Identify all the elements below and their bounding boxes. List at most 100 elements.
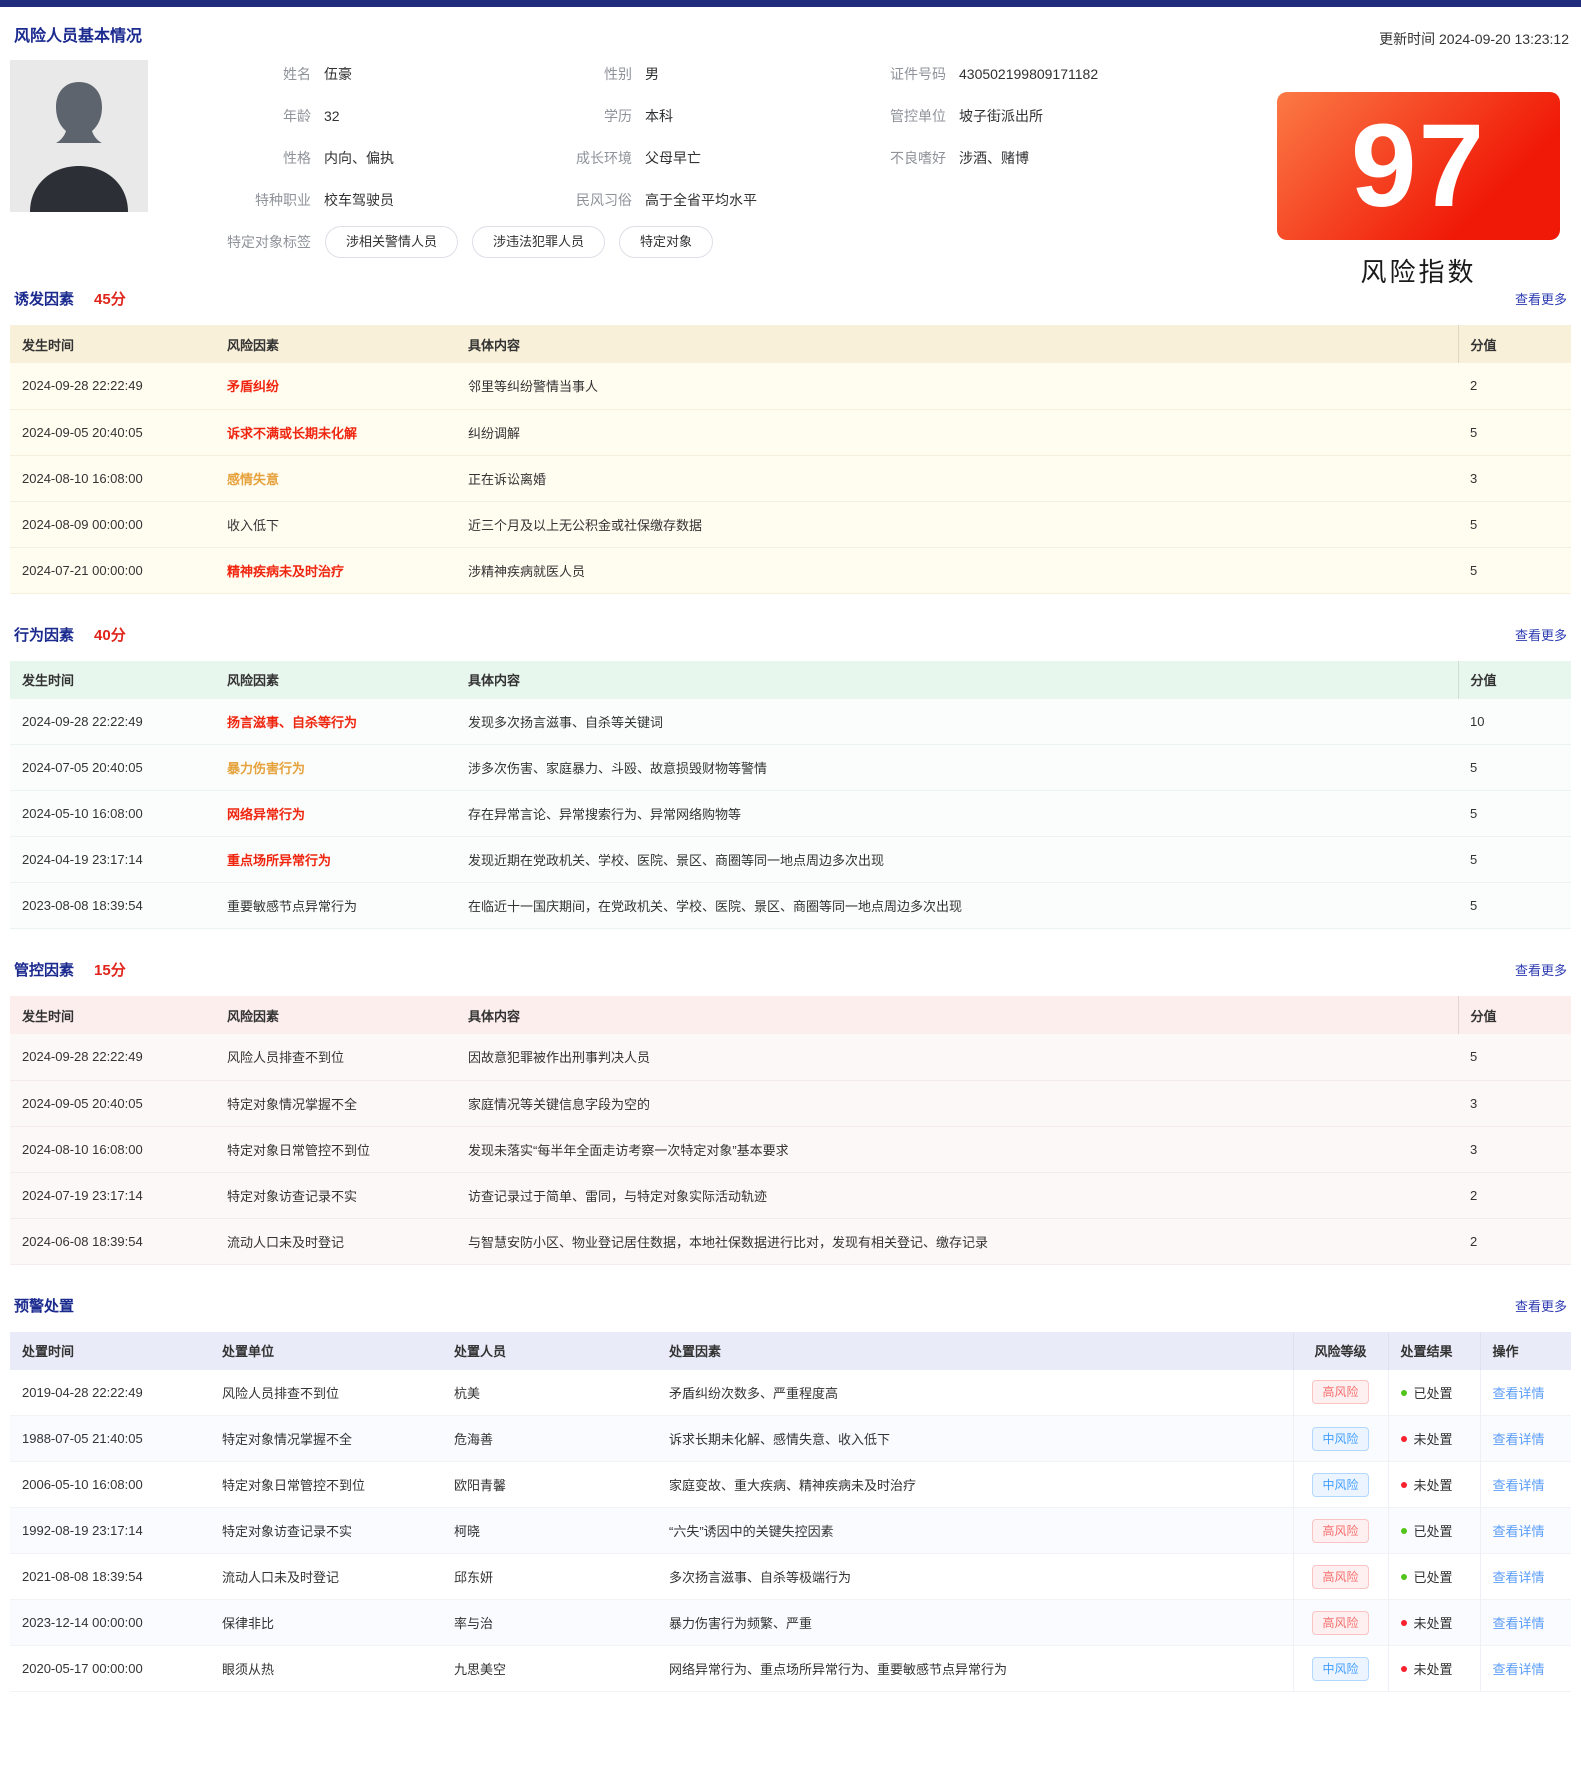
cell-content: 因故意犯罪被作出刑事判决人员 [456, 1034, 1458, 1080]
cell-risk-factor: 重点场所异常行为 [227, 853, 331, 868]
col-header-time: 发生时间 [10, 661, 215, 699]
view-detail-link[interactable]: 查看详情 [1493, 1386, 1545, 1401]
cell-disposal-factor: 矛盾纠纷次数多、严重程度高 [657, 1370, 1293, 1416]
table-row: 2024-08-09 00:00:00 收入低下 近三个月及以上无公积金或社保缴… [10, 501, 1571, 547]
cell-disposal-unit: 特定对象访查记录不实 [210, 1508, 442, 1554]
status-dot [1401, 1482, 1407, 1488]
field-value: 430502199809171182 [959, 62, 1098, 86]
cell-risk-factor: 矛盾纠纷 [227, 379, 279, 394]
behavior-factors-table: 发生时间 风险因素 具体内容 分值 2024-09-28 22:22:49 扬言… [10, 661, 1571, 930]
cell-score: 5 [1458, 791, 1571, 837]
cell-disposal-time: 1992-08-19 23:17:14 [10, 1508, 210, 1554]
cell-disposal-factor: 多次扬言滋事、自杀等极端行为 [657, 1554, 1293, 1600]
section-score: 40分 [94, 624, 126, 645]
status-dot [1401, 1528, 1407, 1534]
section-score: 45分 [94, 288, 126, 309]
status-dot [1401, 1390, 1407, 1396]
field-value: 32 [324, 104, 340, 128]
cell-score: 5 [1458, 883, 1571, 929]
cell-disposal-factor: 网络异常行为、重点场所异常行为、重要敏感节点异常行为 [657, 1646, 1293, 1692]
field-value: 伍豪 [324, 62, 352, 86]
view-detail-link[interactable]: 查看详情 [1493, 1524, 1545, 1539]
field-value: 校车驾驶员 [324, 188, 394, 212]
profile-field: 特种职业 校车驾驶员 [211, 188, 532, 212]
view-detail-link[interactable]: 查看详情 [1493, 1570, 1545, 1585]
cell-time: 2024-07-19 23:17:14 [10, 1172, 215, 1218]
disposal-result: 未处置 [1401, 1616, 1453, 1631]
field-value: 涉酒、赌博 [959, 146, 1029, 170]
page-header: 风险人员基本情况 更新时间 2024-09-20 13:23:12 [10, 7, 1571, 46]
col-header-disposal-factor: 处置因素 [657, 1332, 1293, 1370]
cell-risk-factor: 扬言滋事、自杀等行为 [227, 715, 357, 730]
section-head-behavior-factors: 行为因素 40分 查看更多 [10, 594, 1571, 661]
profile-field: 年龄 32 [211, 104, 532, 128]
special-tag-chip: 涉相关警情人员 [325, 226, 458, 258]
profile-field: 民风习俗 高于全省平均水平 [532, 188, 846, 212]
view-detail-link[interactable]: 查看详情 [1493, 1616, 1545, 1631]
field-value: 本科 [645, 104, 673, 128]
col-header-disposal-time: 处置时间 [10, 1332, 210, 1370]
disposal-result: 已处置 [1401, 1570, 1453, 1585]
table-row: 2021-08-08 18:39:54 流动人口未及时登记 邱东妍 多次扬言滋事… [10, 1554, 1571, 1600]
field-label: 性别 [532, 62, 632, 86]
cell-risk-factor: 重要敏感节点异常行为 [227, 899, 357, 914]
view-more-link[interactable]: 查看更多 [1515, 960, 1567, 979]
cell-content: 涉精神疾病就医人员 [456, 547, 1458, 593]
cell-risk-factor: 特定对象访查记录不实 [227, 1189, 357, 1204]
col-header-factor: 风险因素 [215, 661, 456, 699]
field-label: 年龄 [211, 104, 311, 128]
profile-field: 证件号码 430502199809171182 [846, 62, 1571, 86]
field-label: 姓名 [211, 62, 311, 86]
view-more-link[interactable]: 查看更多 [1515, 1296, 1567, 1315]
view-detail-link[interactable]: 查看详情 [1493, 1662, 1545, 1677]
section-head-alert-disposal: 预警处置 查看更多 [10, 1265, 1571, 1332]
field-value: 高于全省平均水平 [645, 188, 757, 212]
table-header-row: 发生时间 风险因素 具体内容 分值 [10, 325, 1571, 363]
cell-time: 2024-09-28 22:22:49 [10, 363, 215, 409]
table-header-row: 发生时间 风险因素 具体内容 分值 [10, 661, 1571, 699]
cell-disposal-unit: 保律非比 [210, 1600, 442, 1646]
profile-field: 性格 内向、偏执 [211, 146, 532, 170]
cell-time: 2024-06-08 18:39:54 [10, 1218, 215, 1264]
table-row: 2024-09-05 20:40:05 诉求不满或长期未化解 纠纷调解 5 [10, 409, 1571, 455]
cell-risk-factor: 网络异常行为 [227, 807, 305, 822]
field-label: 学历 [532, 104, 632, 128]
cell-disposal-person: 欧阳青馨 [442, 1462, 657, 1508]
risk-level-badge: 中风险 [1312, 1427, 1368, 1451]
table-row: 2024-09-05 20:40:05 特定对象情况掌握不全 家庭情况等关键信息… [10, 1080, 1571, 1126]
cell-time: 2024-09-28 22:22:49 [10, 1034, 215, 1080]
table-row: 2024-07-19 23:17:14 特定对象访查记录不实 访查记录过于简单、… [10, 1172, 1571, 1218]
disposal-result-text: 已处置 [1414, 1524, 1453, 1539]
field-label: 民风习俗 [532, 188, 632, 212]
view-more-link[interactable]: 查看更多 [1515, 625, 1567, 644]
cell-disposal-factor: 诉求长期未化解、感情失意、收入低下 [657, 1416, 1293, 1462]
table-row: 2024-07-05 20:40:05 暴力伤害行为 涉多次伤害、家庭暴力、斗殴… [10, 745, 1571, 791]
table-row: 2024-04-19 23:17:14 重点场所异常行为 发现近期在党政机关、学… [10, 837, 1571, 883]
disposal-result: 已处置 [1401, 1386, 1453, 1401]
table-row: 2024-07-21 00:00:00 精神疾病未及时治疗 涉精神疾病就医人员 … [10, 547, 1571, 593]
cell-disposal-unit: 风险人员排查不到位 [210, 1370, 442, 1416]
cell-disposal-person: 率与治 [442, 1600, 657, 1646]
table-row: 1988-07-05 21:40:05 特定对象情况掌握不全 危海善 诉求长期未… [10, 1416, 1571, 1462]
table-row: 2024-08-10 16:08:00 特定对象日常管控不到位 发现未落实“每半… [10, 1126, 1571, 1172]
col-header-disposal-person: 处置人员 [442, 1332, 657, 1370]
col-header-disposal-unit: 处置单位 [210, 1332, 442, 1370]
col-header-factor: 风险因素 [215, 996, 456, 1034]
cell-time: 2024-07-21 00:00:00 [10, 547, 215, 593]
view-more-link[interactable]: 查看更多 [1515, 289, 1567, 308]
view-detail-link[interactable]: 查看详情 [1493, 1478, 1545, 1493]
cell-time: 2024-08-10 16:08:00 [10, 455, 215, 501]
field-label: 管控单位 [846, 104, 946, 128]
cell-risk-factor: 特定对象日常管控不到位 [227, 1143, 370, 1158]
table-row: 2024-09-28 22:22:49 矛盾纠纷 邻里等纠纷警情当事人 2 [10, 363, 1571, 409]
cell-risk-factor: 精神疾病未及时治疗 [227, 564, 344, 579]
table-row: 1992-08-19 23:17:14 特定对象访查记录不实 柯晓 “六失”诱因… [10, 1508, 1571, 1554]
profile-field: 学历 本科 [532, 104, 846, 128]
cell-content: 发现多次扬言滋事、自杀等关键词 [456, 699, 1458, 745]
disposal-result-text: 未处置 [1414, 1478, 1453, 1493]
risk-index-box: 97 [1277, 92, 1560, 240]
view-detail-link[interactable]: 查看详情 [1493, 1432, 1545, 1447]
col-header-time: 发生时间 [10, 996, 215, 1034]
profile-section: 姓名 伍豪 性别 男 证件号码 430502199809171182 [10, 46, 1571, 258]
cell-content: 家庭情况等关键信息字段为空的 [456, 1080, 1458, 1126]
